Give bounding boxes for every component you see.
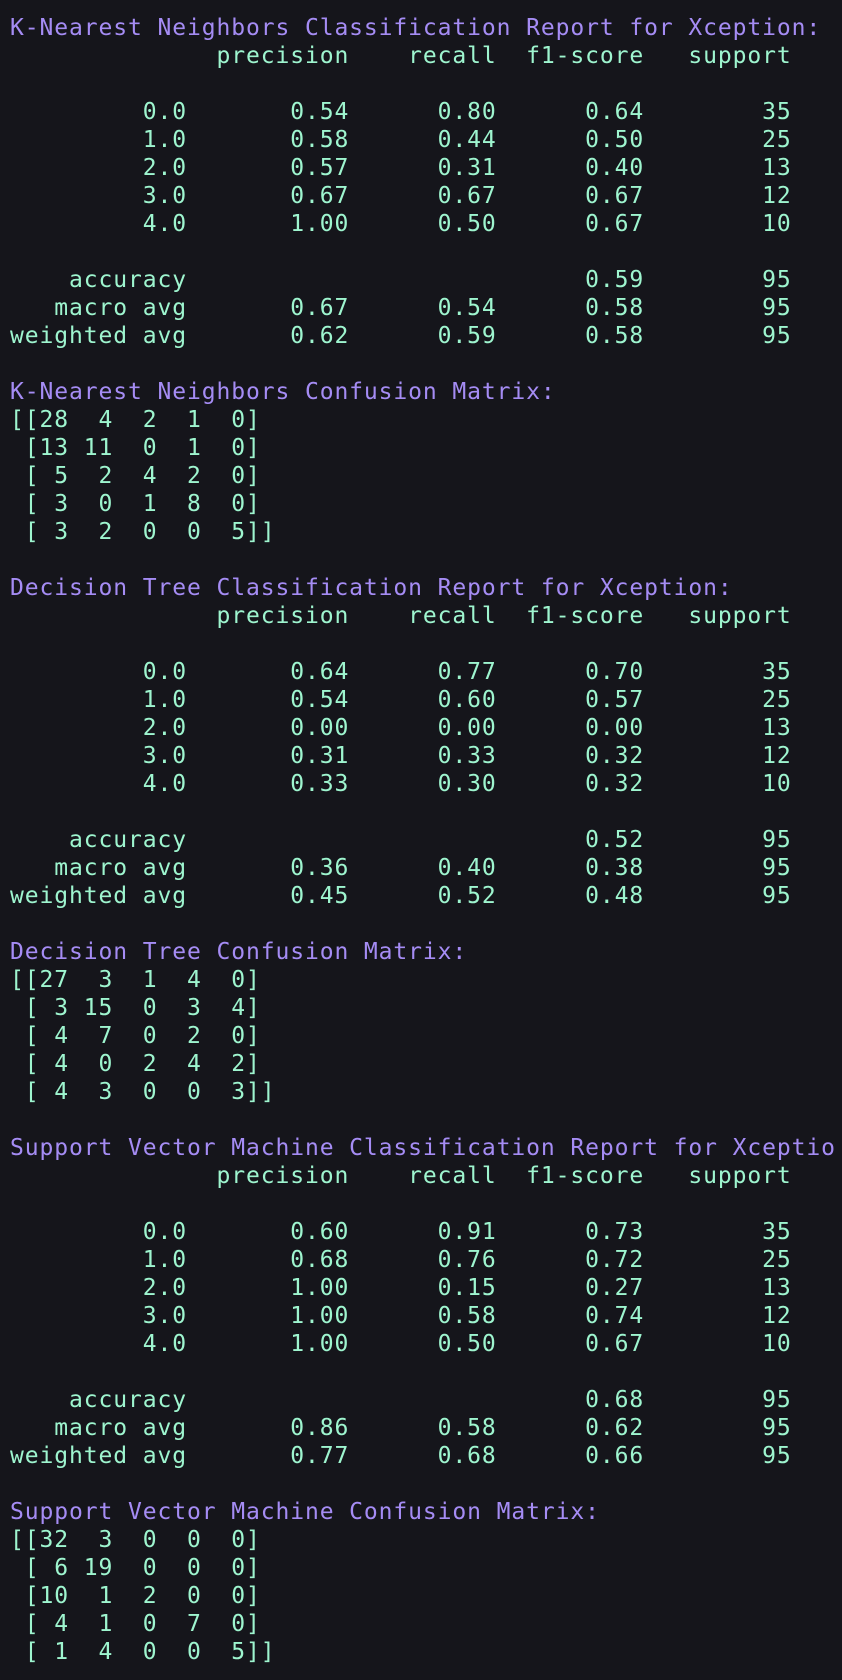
output-line: [13 11 0 1 0] <box>10 435 261 461</box>
output-line: [ 4 3 0 0 3]] <box>10 1079 276 1105</box>
output-line: 1.0 0.54 0.60 0.57 25 <box>10 687 792 713</box>
output-line: [[32 3 0 0 0] <box>10 1527 261 1553</box>
output-line: [ 3 2 0 0 5]] <box>10 519 276 545</box>
output-line: 0.0 0.60 0.91 0.73 35 <box>10 1219 792 1245</box>
section-heading: Decision Tree Classification Report for … <box>10 575 733 601</box>
output-line: 3.0 0.67 0.67 0.67 12 <box>10 183 792 209</box>
output-line: [ 4 1 0 7 0] <box>10 1611 261 1637</box>
output-line: [[28 4 2 1 0] <box>10 407 261 433</box>
output-line: 2.0 0.00 0.00 0.00 13 <box>10 715 792 741</box>
terminal-output: K-Nearest Neighbors Classification Repor… <box>10 14 838 1666</box>
section-heading: Support Vector Machine Classification Re… <box>10 1135 838 1161</box>
output-line: [ 4 7 0 2 0] <box>10 1023 261 1049</box>
output-line: [ 5 2 4 2 0] <box>10 463 261 489</box>
output-line: weighted avg 0.77 0.68 0.66 95 <box>10 1443 792 1469</box>
output-line: [ 3 15 0 3 4] <box>10 995 261 1021</box>
output-line: precision recall f1-score support <box>10 43 792 69</box>
section-heading: Support Vector Machine Confusion Matrix: <box>10 1499 600 1525</box>
output-line: macro avg 0.67 0.54 0.58 95 <box>10 295 792 321</box>
output-line: [10 1 2 0 0] <box>10 1583 261 1609</box>
section-heading: K-Nearest Neighbors Confusion Matrix: <box>10 379 556 405</box>
output-line: [ 4 0 2 4 2] <box>10 1051 261 1077</box>
output-line: macro avg 0.36 0.40 0.38 95 <box>10 855 792 881</box>
output-line: 2.0 1.00 0.15 0.27 13 <box>10 1275 792 1301</box>
section-heading: Decision Tree Confusion Matrix: <box>10 939 468 965</box>
output-line: [ 3 0 1 8 0] <box>10 491 261 517</box>
output-line: weighted avg 0.45 0.52 0.48 95 <box>10 883 792 909</box>
output-line: [ 1 4 0 0 5]] <box>10 1639 276 1665</box>
output-line: [ 6 19 0 0 0] <box>10 1555 261 1581</box>
output-line: 0.0 0.54 0.80 0.64 35 <box>10 99 792 125</box>
output-line: accuracy 0.59 95 <box>10 267 792 293</box>
output-line: [[27 3 1 4 0] <box>10 967 261 993</box>
output-line: 0.0 0.64 0.77 0.70 35 <box>10 659 792 685</box>
output-line: accuracy 0.52 95 <box>10 827 792 853</box>
section-heading: K-Nearest Neighbors Classification Repor… <box>10 15 822 41</box>
output-line: 3.0 0.31 0.33 0.32 12 <box>10 743 792 769</box>
output-line: 4.0 1.00 0.50 0.67 10 <box>10 211 792 237</box>
output-line: 1.0 0.68 0.76 0.72 25 <box>10 1247 792 1273</box>
output-line: 4.0 0.33 0.30 0.32 10 <box>10 771 792 797</box>
output-line: 3.0 1.00 0.58 0.74 12 <box>10 1303 792 1329</box>
output-line: 2.0 0.57 0.31 0.40 13 <box>10 155 792 181</box>
output-line: precision recall f1-score support <box>10 603 792 629</box>
output-line: precision recall f1-score support <box>10 1163 792 1189</box>
output-line: 4.0 1.00 0.50 0.67 10 <box>10 1331 792 1357</box>
output-line: weighted avg 0.62 0.59 0.58 95 <box>10 323 792 349</box>
output-line: accuracy 0.68 95 <box>10 1387 792 1413</box>
output-line: 1.0 0.58 0.44 0.50 25 <box>10 127 792 153</box>
output-line: macro avg 0.86 0.58 0.62 95 <box>10 1415 792 1441</box>
